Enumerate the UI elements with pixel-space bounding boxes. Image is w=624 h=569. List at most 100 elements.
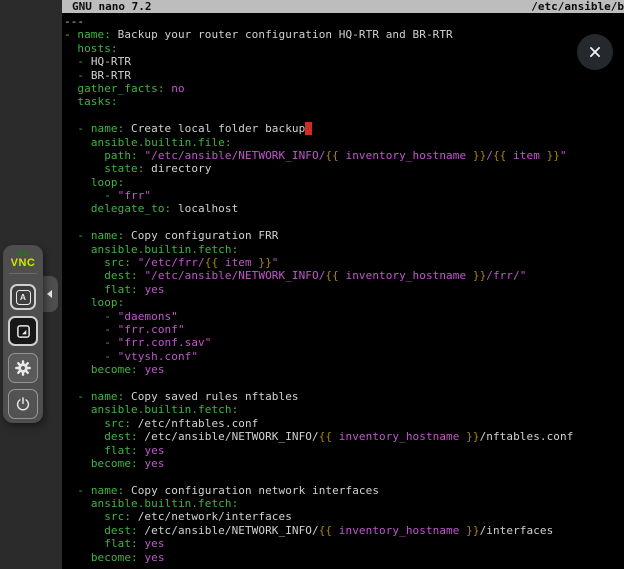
code-segment: inventory_hostname: [339, 269, 473, 282]
novnc-logo-bottom: VNC: [3, 258, 43, 268]
code-segment: [64, 229, 77, 242]
code-segment: yes: [144, 363, 164, 376]
code-segment: -: [77, 229, 90, 242]
code-line: ansible.builtin.fetch:: [64, 403, 624, 416]
code-segment: [64, 136, 91, 149]
code-segment: gather_facts:: [77, 82, 164, 95]
code-segment: src:: [104, 256, 131, 269]
code-segment: inventory_hostname: [339, 149, 473, 162]
nano-app-title: GNU nano 7.2: [62, 0, 151, 13]
terminal-window: GNU nano 7.2 /etc/ansible/b ---- name: B…: [62, 0, 624, 569]
code-line: - "daemons": [64, 310, 624, 323]
code-segment: "frr": [118, 189, 152, 202]
code-line: dest: "/etc/ansible/NETWORK_INFO/{{ inve…: [64, 269, 624, 282]
code-line: become: yes: [64, 551, 624, 564]
code-line: tasks:: [64, 95, 624, 108]
code-segment: "frr.conf.sav": [118, 336, 212, 349]
code-line: path: "/etc/ansible/NETWORK_INFO/{{ inve…: [64, 149, 624, 162]
code-segment: ansible.builtin.fetch:: [91, 497, 238, 510]
code-segment: inventory_hostname: [332, 430, 466, 443]
code-segment: state:: [104, 162, 144, 175]
power-button[interactable]: [8, 389, 38, 419]
close-button[interactable]: [577, 34, 613, 70]
code-segment: dest:: [104, 269, 138, 282]
code-segment: name:: [91, 122, 125, 135]
code-segment: [64, 162, 104, 175]
code-segment: ansible.builtin.fetch:: [91, 403, 238, 416]
code-line: flat: yes: [64, 283, 624, 296]
code-segment: [64, 444, 104, 457]
code-segment: tasks:: [77, 95, 117, 108]
code-segment: HQ-RTR: [91, 55, 131, 68]
collapse-arrow-icon: [47, 290, 52, 298]
code-line: - name: Copy saved rules nftables: [64, 390, 624, 403]
fullscreen-button[interactable]: [8, 316, 38, 346]
code-segment: src:: [104, 417, 131, 430]
code-segment: /etc/ansible/NETWORK_INFO/: [138, 430, 319, 443]
cursor: [305, 122, 312, 135]
code-line: - "frr.conf": [64, 323, 624, 336]
code-segment: localhost: [171, 202, 238, 215]
code-line: loop:: [64, 176, 624, 189]
code-segment: /etc/ansible/NETWORK_INFO/: [138, 524, 319, 537]
code-segment: [64, 363, 91, 376]
code-segment: name:: [91, 229, 125, 242]
divider: [9, 273, 37, 274]
code-line: hosts:: [64, 42, 624, 55]
code-segment: flat:: [104, 537, 138, 550]
code-segment: -: [104, 350, 117, 363]
code-segment: [64, 296, 91, 309]
nano-file-path: /etc/ansible/b: [531, 0, 624, 13]
code-segment: [64, 310, 104, 323]
code-segment: {{: [325, 149, 338, 162]
code-segment: no: [171, 82, 184, 95]
code-line: [64, 377, 624, 390]
code-segment: ansible.builtin.file:: [91, 136, 232, 149]
code-line: [64, 216, 624, 229]
code-segment: Create local folder backup: [124, 122, 305, 135]
code-line: src: "/etc/frr/{{ item }}": [64, 256, 624, 269]
code-segment: [64, 122, 77, 135]
code-segment: -: [104, 189, 117, 202]
settings-button[interactable]: [8, 353, 38, 383]
code-segment: }}: [473, 149, 486, 162]
code-segment: {{: [319, 524, 332, 537]
code-segment: [64, 350, 104, 363]
code-segment: yes: [144, 551, 164, 564]
code-segment: inventory_hostname: [332, 524, 466, 537]
code-segment: /etc/nftables.conf: [131, 417, 258, 430]
code-segment: -: [77, 69, 90, 82]
code-segment: yes: [144, 283, 164, 296]
code-segment: [64, 417, 104, 430]
code-segment: [64, 95, 77, 108]
code-segment: name:: [77, 28, 111, 41]
code-segment: [64, 202, 91, 215]
keyboard-button[interactable]: A: [10, 284, 36, 310]
control-bar-handle[interactable]: [43, 276, 58, 312]
code-segment: [64, 149, 104, 162]
code-segment: -: [64, 28, 77, 41]
code-line: - name: Create local folder backup: [64, 122, 624, 135]
code-segment: become:: [91, 457, 138, 470]
code-segment: delegate_to:: [91, 202, 171, 215]
code-line: - HQ-RTR: [64, 55, 624, 68]
code-line: flat: yes: [64, 444, 624, 457]
code-segment: [64, 510, 104, 523]
code-segment: flat:: [104, 444, 138, 457]
code-line: loop:: [64, 296, 624, 309]
screen: no VNC A: [0, 0, 624, 569]
code-line: dest: /etc/ansible/NETWORK_INFO/{{ inven…: [64, 524, 624, 537]
code-segment: [64, 551, 91, 564]
code-segment: "/etc/ansible/NETWORK_INFO/: [144, 269, 325, 282]
code-segment: "vtysh.conf": [118, 350, 198, 363]
editor-content[interactable]: ---- name: Backup your router configurat…: [64, 15, 624, 569]
code-segment: -: [77, 122, 90, 135]
code-line: - "frr.conf.sav": [64, 336, 624, 349]
code-segment: [64, 497, 91, 510]
nano-title-bar: GNU nano 7.2 /etc/ansible/b: [62, 0, 624, 13]
code-segment: [64, 189, 104, 202]
code-segment: [64, 69, 77, 82]
code-line: - "frr": [64, 189, 624, 202]
code-segment: ": [272, 256, 279, 269]
code-line: - name: Copy configuration network inter…: [64, 484, 624, 497]
